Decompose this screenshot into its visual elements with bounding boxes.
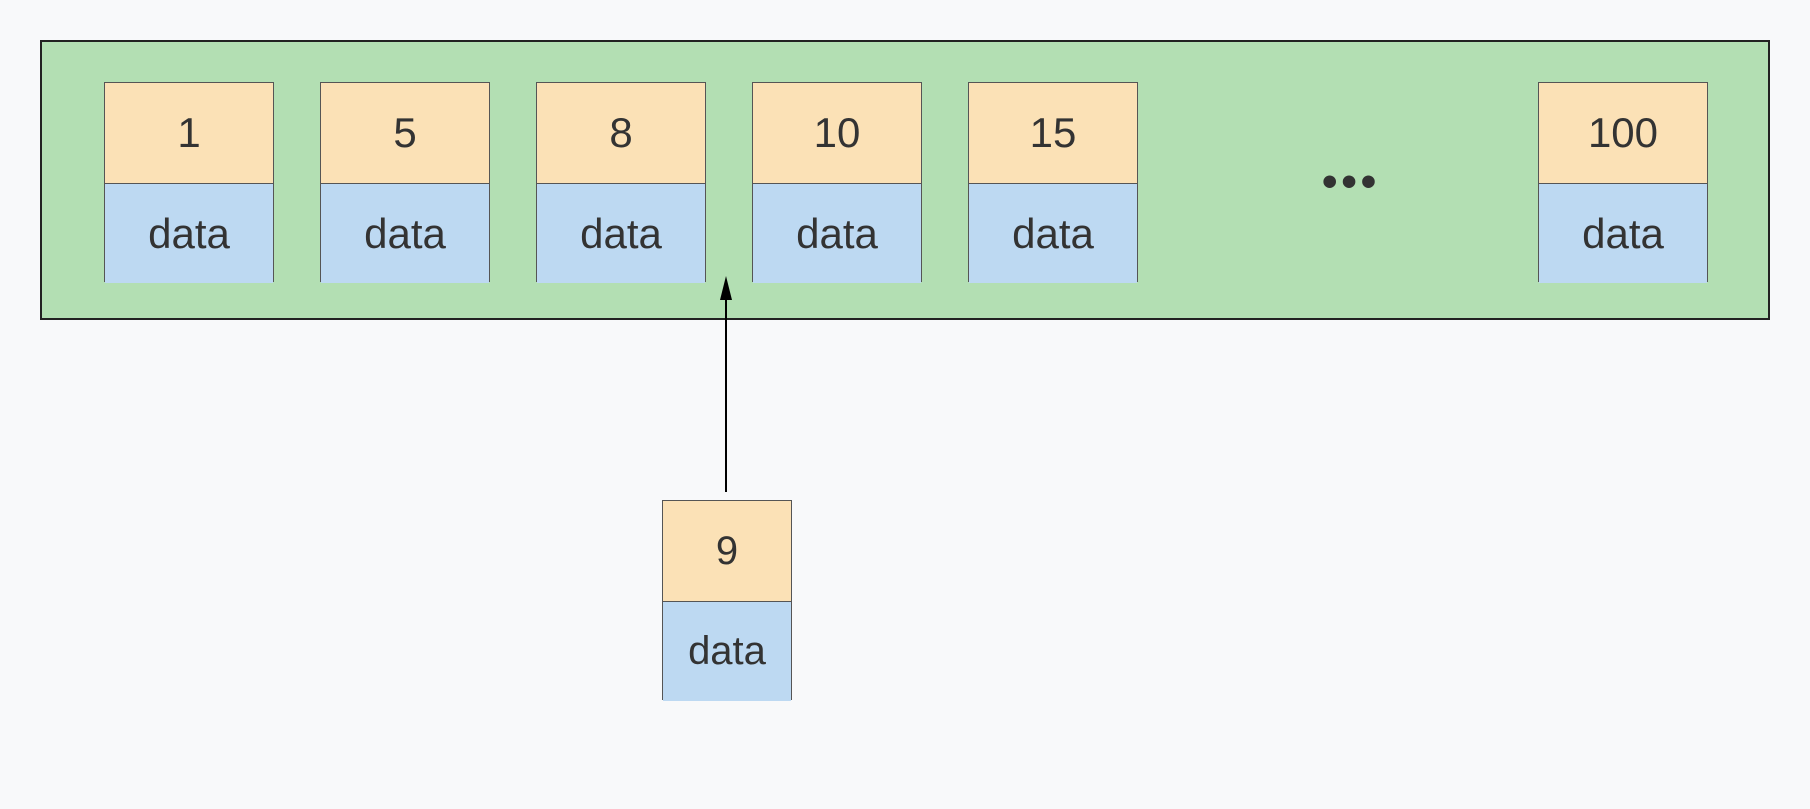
list-node-1: 5 data	[320, 82, 490, 282]
node-data: data	[537, 184, 705, 283]
insert-node-key: 9	[663, 501, 791, 602]
diagram-canvas: 1 data 5 data 8 data 10 data 15 data •••…	[0, 0, 1810, 809]
node-data: data	[321, 184, 489, 283]
node-data: data	[969, 184, 1137, 283]
list-node-4: 15 data	[968, 82, 1138, 282]
insert-node-data: data	[663, 602, 791, 701]
node-key: 10	[753, 83, 921, 184]
list-node-5: 100 data	[1538, 82, 1708, 282]
list-node-3: 10 data	[752, 82, 922, 282]
node-data: data	[753, 184, 921, 283]
node-key: 5	[321, 83, 489, 184]
insert-arrow-icon	[716, 282, 736, 502]
node-key: 15	[969, 83, 1137, 184]
list-node-2: 8 data	[536, 82, 706, 282]
node-data: data	[1539, 184, 1707, 283]
node-key: 100	[1539, 83, 1707, 184]
insert-node: 9 data	[662, 500, 792, 700]
node-key: 8	[537, 83, 705, 184]
node-data: data	[105, 184, 273, 283]
sorted-list-container: 1 data 5 data 8 data 10 data 15 data •••…	[40, 40, 1770, 320]
list-node-0: 1 data	[104, 82, 274, 282]
ellipsis-icon: •••	[1322, 157, 1380, 207]
node-key: 1	[105, 83, 273, 184]
